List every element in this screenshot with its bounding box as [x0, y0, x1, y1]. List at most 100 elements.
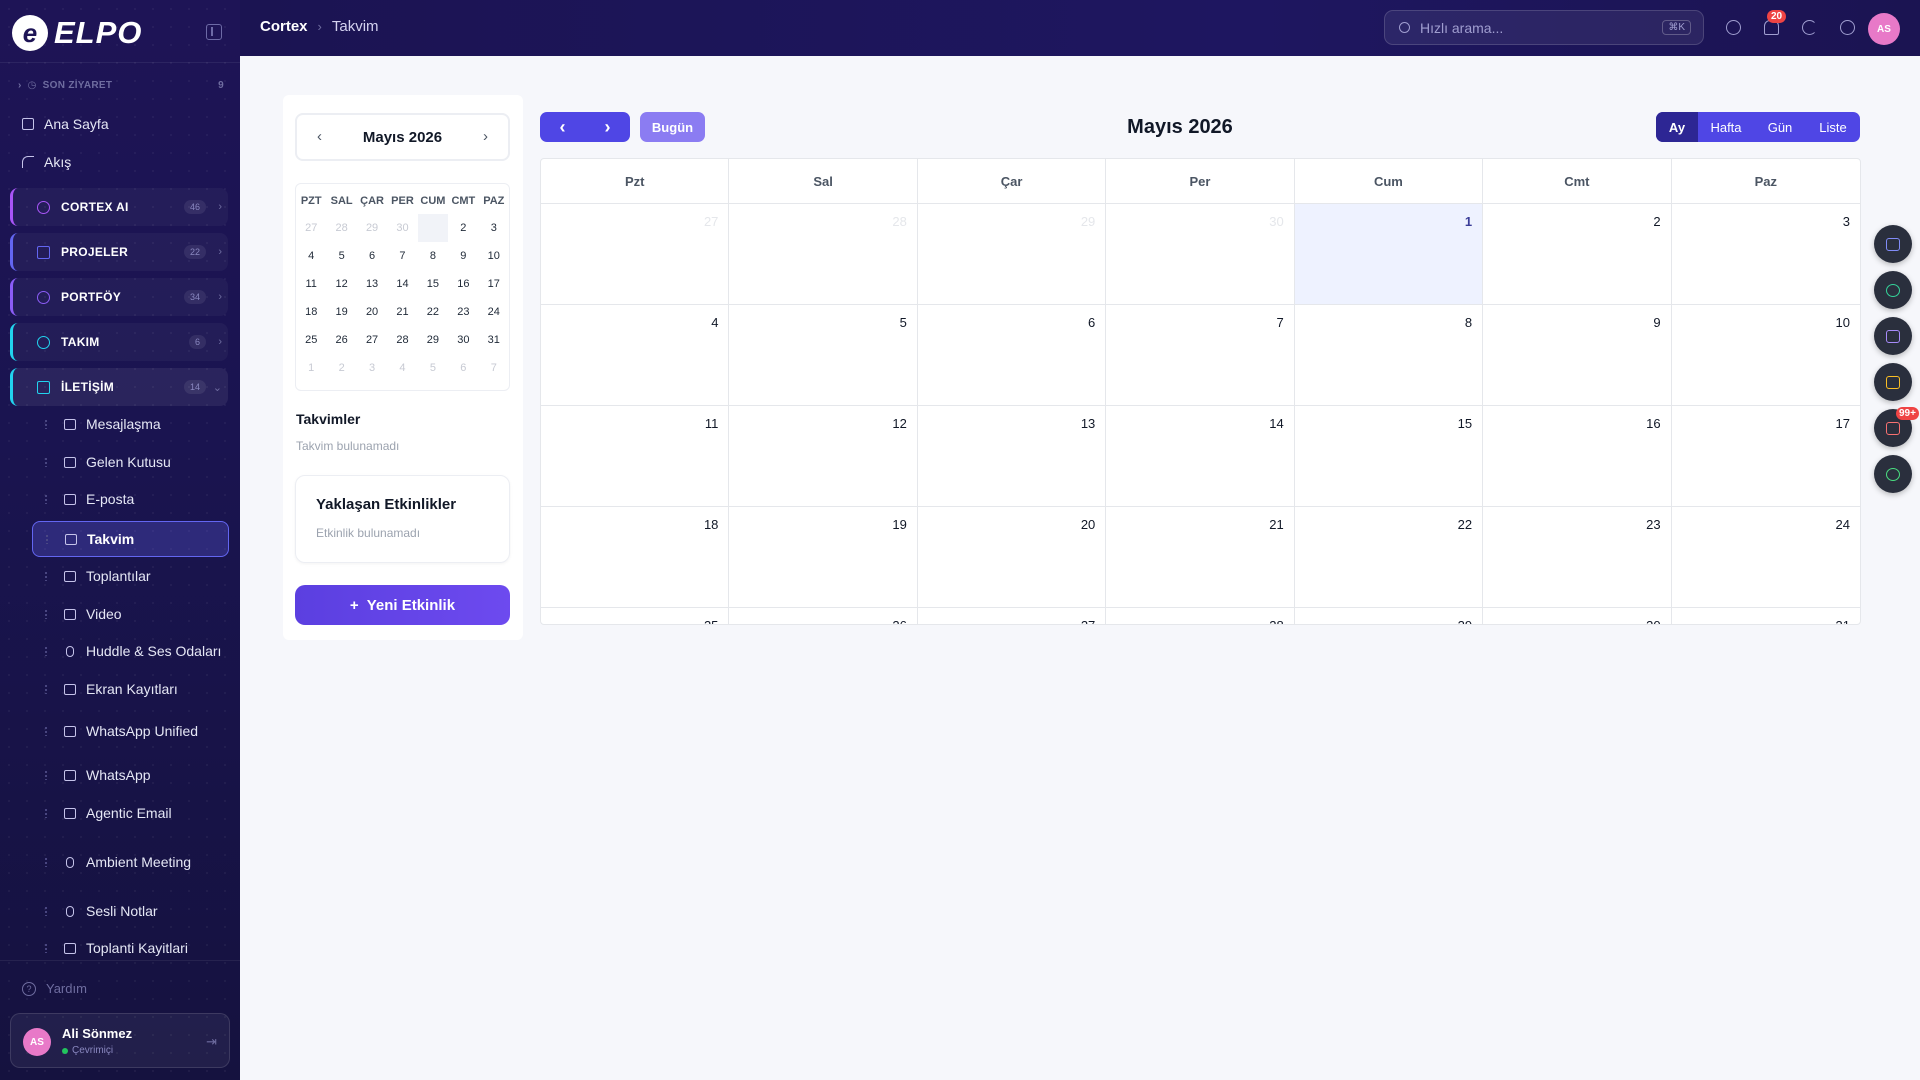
day-cell[interactable]: 3 [1672, 204, 1860, 304]
day-cell[interactable]: 26 [729, 608, 918, 624]
mini-day[interactable]: 7 [387, 242, 417, 270]
day-cell[interactable]: 7 [1106, 305, 1295, 405]
day-cell[interactable]: 5 [729, 305, 918, 405]
mini-day[interactable]: 11 [296, 270, 326, 298]
mini-day[interactable]: 3 [479, 214, 509, 242]
sidebar-item-whatsapp-unified[interactable]: WhatsApp Unified [32, 714, 230, 748]
day-cell[interactable]: 9 [1483, 305, 1672, 405]
day-cell[interactable]: 14 [1106, 406, 1295, 506]
drag-handle-icon[interactable] [44, 943, 48, 953]
sidebar-item-huddle[interactable]: Huddle & Ses Odaları [32, 634, 230, 668]
mini-day[interactable]: 3 [357, 354, 387, 382]
breadcrumb-root[interactable]: Cortex [260, 18, 308, 35]
mini-day[interactable]: 29 [357, 214, 387, 242]
sidebar-group-communication[interactable]: İLETİŞİM 14 ⌄ [10, 368, 228, 406]
mini-day[interactable]: 18 [296, 298, 326, 326]
whatsapp-fab-button[interactable] [1874, 455, 1912, 493]
mini-day[interactable]: 5 [418, 354, 448, 382]
mini-day[interactable]: 5 [326, 242, 356, 270]
sidebar-group-cortex-ai[interactable]: CORTEX AI 46 › [10, 188, 228, 226]
day-cell[interactable]: 27 [918, 608, 1107, 624]
view-day-button[interactable]: Gün [1754, 112, 1806, 142]
day-cell[interactable]: 27 [541, 204, 730, 304]
view-week-button[interactable]: Hafta [1698, 112, 1754, 142]
day-cell[interactable]: 18 [541, 507, 730, 607]
day-cell[interactable]: 16 [1483, 406, 1672, 506]
sidebar-group-portfolio[interactable]: PORTFÖY 34 › [10, 278, 228, 316]
brand-logo[interactable]: e ELPO [12, 14, 142, 52]
day-cell[interactable]: 28 [1106, 608, 1295, 624]
prev-month-button[interactable]: ‹ [540, 112, 585, 142]
sidebar-item-feed[interactable]: Akış [22, 154, 71, 170]
drag-handle-icon[interactable] [44, 684, 48, 694]
mini-day[interactable]: 1 [296, 354, 326, 382]
mini-day[interactable]: 30 [387, 214, 417, 242]
chevron-left-icon[interactable]: ‹ [317, 128, 322, 145]
avatar[interactable]: AS [1868, 13, 1900, 45]
day-cell[interactable]: 29 [1295, 608, 1484, 624]
mini-day[interactable]: 27 [357, 326, 387, 354]
bot-fab-button[interactable] [1874, 317, 1912, 355]
drag-handle-icon[interactable] [44, 646, 48, 656]
day-cell[interactable]: 31 [1672, 608, 1860, 624]
day-cell[interactable]: 4 [541, 305, 730, 405]
sidebar-item-messaging[interactable]: Mesajlaşma [32, 407, 230, 441]
view-list-button[interactable]: Liste [1806, 112, 1860, 142]
mini-day[interactable]: 12 [326, 270, 356, 298]
mini-day[interactable]: 16 [448, 270, 478, 298]
sidebar-item-email[interactable]: E-posta [32, 482, 230, 516]
mini-day[interactable]: 2 [326, 354, 356, 382]
day-cell[interactable]: 24 [1672, 507, 1860, 607]
drag-handle-icon[interactable] [44, 457, 48, 467]
mini-day[interactable]: 19 [326, 298, 356, 326]
drag-handle-icon[interactable] [44, 571, 48, 581]
mini-day[interactable]: 20 [357, 298, 387, 326]
help-circle-icon[interactable] [1726, 20, 1741, 35]
mini-day-today[interactable]: 1 [417, 214, 449, 242]
sidebar-item-agentic-email[interactable]: Agentic Email [32, 796, 230, 830]
sidebar-item-video[interactable]: Video [32, 597, 230, 631]
mini-day[interactable]: 27 [296, 214, 326, 242]
search-input[interactable] [1420, 19, 1650, 36]
mini-day[interactable]: 22 [418, 298, 448, 326]
day-cell[interactable]: 28 [729, 204, 918, 304]
mini-day[interactable]: 31 [479, 326, 509, 354]
search-box[interactable]: ⌘K [1384, 10, 1704, 45]
mini-day[interactable]: 21 [387, 298, 417, 326]
day-cell[interactable]: 8 [1295, 305, 1484, 405]
mini-day[interactable]: 17 [479, 270, 509, 298]
mini-day[interactable]: 4 [296, 242, 326, 270]
mini-day[interactable]: 23 [448, 298, 478, 326]
day-cell[interactable]: 29 [918, 204, 1107, 304]
sidebar-item-ambient-meeting[interactable]: Ambient Meeting [32, 845, 230, 879]
new-event-button[interactable]: + Yeni Etkinlik [295, 585, 510, 625]
day-cell[interactable]: 11 [541, 406, 730, 506]
mini-day[interactable]: 25 [296, 326, 326, 354]
day-cell[interactable]: 15 [1295, 406, 1484, 506]
chevron-right-icon[interactable]: › [483, 128, 488, 145]
day-cell[interactable]: 13 [918, 406, 1107, 506]
drag-handle-icon[interactable] [44, 609, 48, 619]
drag-handle-icon[interactable] [44, 808, 48, 818]
sidebar-item-inbox[interactable]: Gelen Kutusu [32, 445, 230, 479]
sidebar-item-screen-recordings[interactable]: Ekran Kayıtları [32, 672, 230, 706]
mini-day[interactable]: 14 [387, 270, 417, 298]
day-cell[interactable]: 30 [1483, 608, 1672, 624]
sidebar-item-voice-notes[interactable]: Sesli Notlar [32, 894, 230, 928]
day-cell[interactable]: 17 [1672, 406, 1860, 506]
next-month-button[interactable]: › [585, 112, 630, 142]
recent-visits-toggle[interactable]: › ◷ SON ZİYARET 9 [18, 80, 224, 91]
palette-icon[interactable] [1840, 20, 1855, 35]
mini-day[interactable]: 15 [418, 270, 448, 298]
sidebar-item-meetings[interactable]: Toplantılar [32, 559, 230, 593]
team-fab-button[interactable] [1874, 363, 1912, 401]
mini-day[interactable]: 10 [479, 242, 509, 270]
day-cell[interactable]: 20 [918, 507, 1107, 607]
day-cell[interactable]: 30 [1106, 204, 1295, 304]
mini-day[interactable]: 7 [479, 354, 509, 382]
day-cell[interactable]: 10 [1672, 305, 1860, 405]
mini-day[interactable]: 13 [357, 270, 387, 298]
help-link[interactable]: ? Yardım [22, 981, 87, 996]
user-card[interactable]: AS Ali Sönmez Çevrimiçi ⇥ [10, 1013, 230, 1068]
mini-day[interactable]: 28 [326, 214, 356, 242]
